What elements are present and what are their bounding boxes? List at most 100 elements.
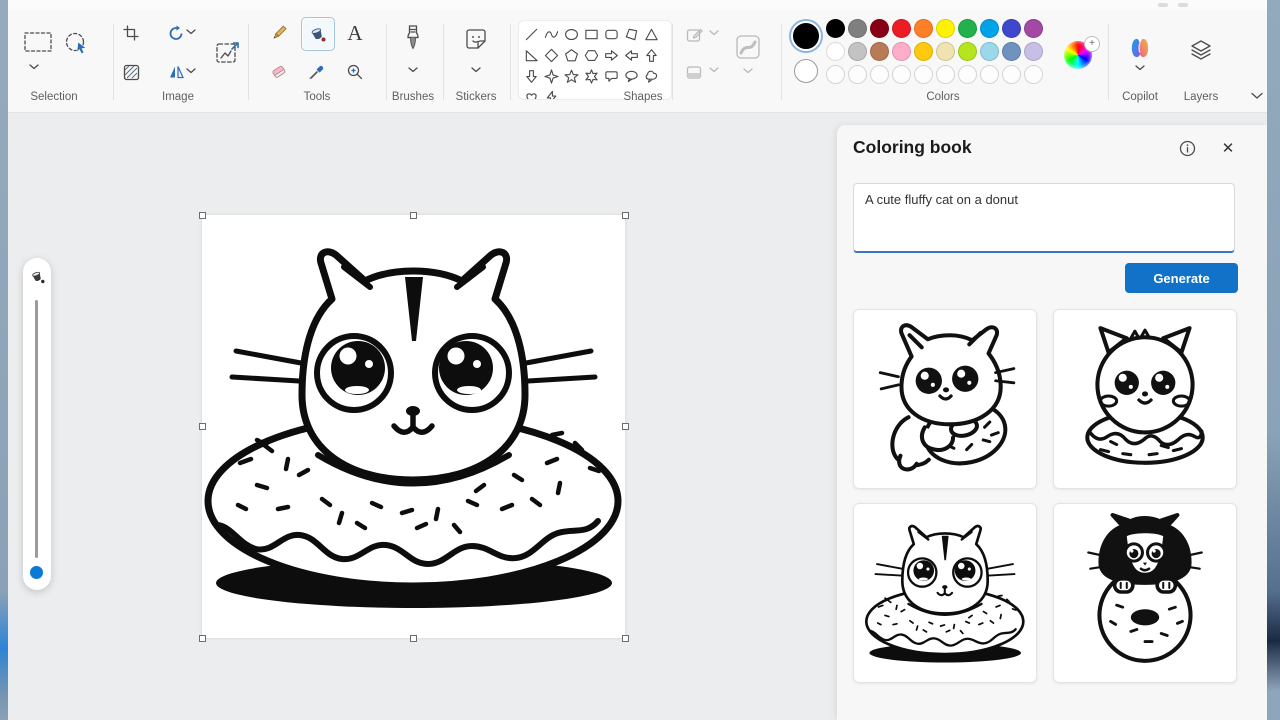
shape-star-6[interactable] [581,66,601,87]
color-swatch[interactable] [1002,42,1021,61]
color-swatch[interactable] [1002,19,1021,38]
rectangle-select-button[interactable] [18,26,58,58]
selection-handle[interactable] [199,635,206,642]
selection-handle[interactable] [410,212,417,219]
color-swatch[interactable] [848,42,867,61]
shape-arrow-right[interactable] [601,45,621,66]
layers-button[interactable] [1187,36,1215,64]
color-swatch[interactable] [892,42,911,61]
selection-handle[interactable] [410,635,417,642]
shape-hexagon[interactable] [581,45,601,66]
empty-color-slot[interactable] [980,65,999,84]
line-size-chevron[interactable] [743,68,753,74]
color-swatch[interactable] [936,42,955,61]
color-swatch[interactable] [870,19,889,38]
color-swatch[interactable] [826,19,845,38]
shape-arrow-up[interactable] [641,45,661,66]
shape-speech-oval[interactable] [621,66,641,87]
thumbnail-fluffy-cat-sitting-on-donut[interactable] [1053,309,1237,489]
color-swatch[interactable] [826,42,845,61]
brushes-dropdown-chevron[interactable] [408,67,418,73]
thumbnail-cat-hugging-donut[interactable] [853,309,1037,489]
shape-outline-chevron[interactable] [709,30,719,36]
line-size-button[interactable] [731,30,765,64]
stickers-dropdown-chevron[interactable] [471,67,481,73]
empty-color-slot[interactable] [914,65,933,84]
shape-outline-button[interactable] [681,23,709,47]
color-swatch[interactable] [848,19,867,38]
free-select-button[interactable] [60,28,94,60]
color-swatch[interactable] [870,42,889,61]
shape-star-5[interactable] [561,66,581,87]
empty-color-slot[interactable] [1024,65,1043,84]
thumbnail-cat-inside-donut-ring[interactable] [853,503,1037,683]
shape-curve[interactable] [541,24,561,45]
color-swatch[interactable] [1024,42,1043,61]
prompt-input[interactable]: A cute fluffy cat on a donut [853,183,1235,253]
shape-speech-rounded[interactable] [601,66,621,87]
shape-fill-chevron[interactable] [709,67,719,73]
shape-arrow-down[interactable] [521,66,541,87]
resize-image-button[interactable] [212,37,244,69]
empty-color-slot[interactable] [892,65,911,84]
empty-color-slot[interactable] [848,65,867,84]
slider-thumb[interactable] [30,566,43,579]
selection-handle[interactable] [199,212,206,219]
remove-background-button[interactable] [118,59,144,85]
empty-color-slot[interactable] [826,65,845,84]
shape-arrow-left[interactable] [621,45,641,66]
text-tool-button[interactable]: A [341,19,369,47]
shape-heart[interactable] [521,87,541,100]
selection-handle[interactable] [199,423,206,430]
copilot-button[interactable] [1126,34,1154,62]
rotate-dropdown-chevron[interactable] [186,29,196,35]
shape-rounded-rectangle[interactable] [601,24,621,45]
color-picker-button[interactable] [303,58,331,86]
pencil-button[interactable] [265,19,293,47]
color-swatch[interactable] [980,19,999,38]
color-swatch[interactable] [892,19,911,38]
empty-color-slot[interactable] [936,65,955,84]
eraser-button[interactable] [265,58,293,86]
shape-diamond[interactable] [541,45,561,66]
thumbnail-black-white-cat-peeking-over-donut[interactable] [1053,503,1237,683]
empty-color-slot[interactable] [870,65,889,84]
generate-button[interactable]: Generate [1125,263,1238,293]
shape-star-4[interactable] [541,66,561,87]
shape-triangle[interactable] [641,24,661,45]
brushes-button[interactable] [399,22,427,58]
shape-polygon[interactable] [621,24,641,45]
copilot-dropdown-chevron[interactable] [1135,65,1145,71]
shape-line[interactable] [521,24,541,45]
slider-track[interactable] [35,300,38,558]
shape-pentagon[interactable] [561,45,581,66]
color-swatch[interactable] [914,19,933,38]
add-color-badge[interactable]: + [1084,36,1100,52]
canvas[interactable] [202,215,625,638]
color-swatch[interactable] [958,42,977,61]
color-swatch[interactable] [1024,19,1043,38]
selection-handle[interactable] [622,423,629,430]
color-swatch[interactable] [980,42,999,61]
ribbon-collapse-chevron[interactable] [1250,92,1264,100]
selection-handle[interactable] [622,635,629,642]
selection-handle[interactable] [622,212,629,219]
fill-tool-button[interactable] [301,17,335,51]
crop-button[interactable] [118,20,144,46]
shape-right-triangle[interactable] [521,45,541,66]
flip-dropdown-chevron[interactable] [186,68,196,74]
magnifier-button[interactable] [341,58,369,86]
shape-oval[interactable] [561,24,581,45]
selection-dropdown-chevron[interactable] [29,64,39,70]
foreground-color[interactable] [791,21,821,51]
shape-speech-cloud[interactable] [641,66,661,87]
stickers-button[interactable] [462,24,490,54]
background-color[interactable] [794,59,818,83]
color-swatch[interactable] [958,19,977,38]
color-swatch[interactable] [936,19,955,38]
color-swatch[interactable] [914,42,933,61]
info-button[interactable] [1176,137,1198,159]
shape-lightning[interactable] [541,87,561,100]
empty-color-slot[interactable] [1002,65,1021,84]
close-button[interactable]: ✕ [1217,137,1239,159]
